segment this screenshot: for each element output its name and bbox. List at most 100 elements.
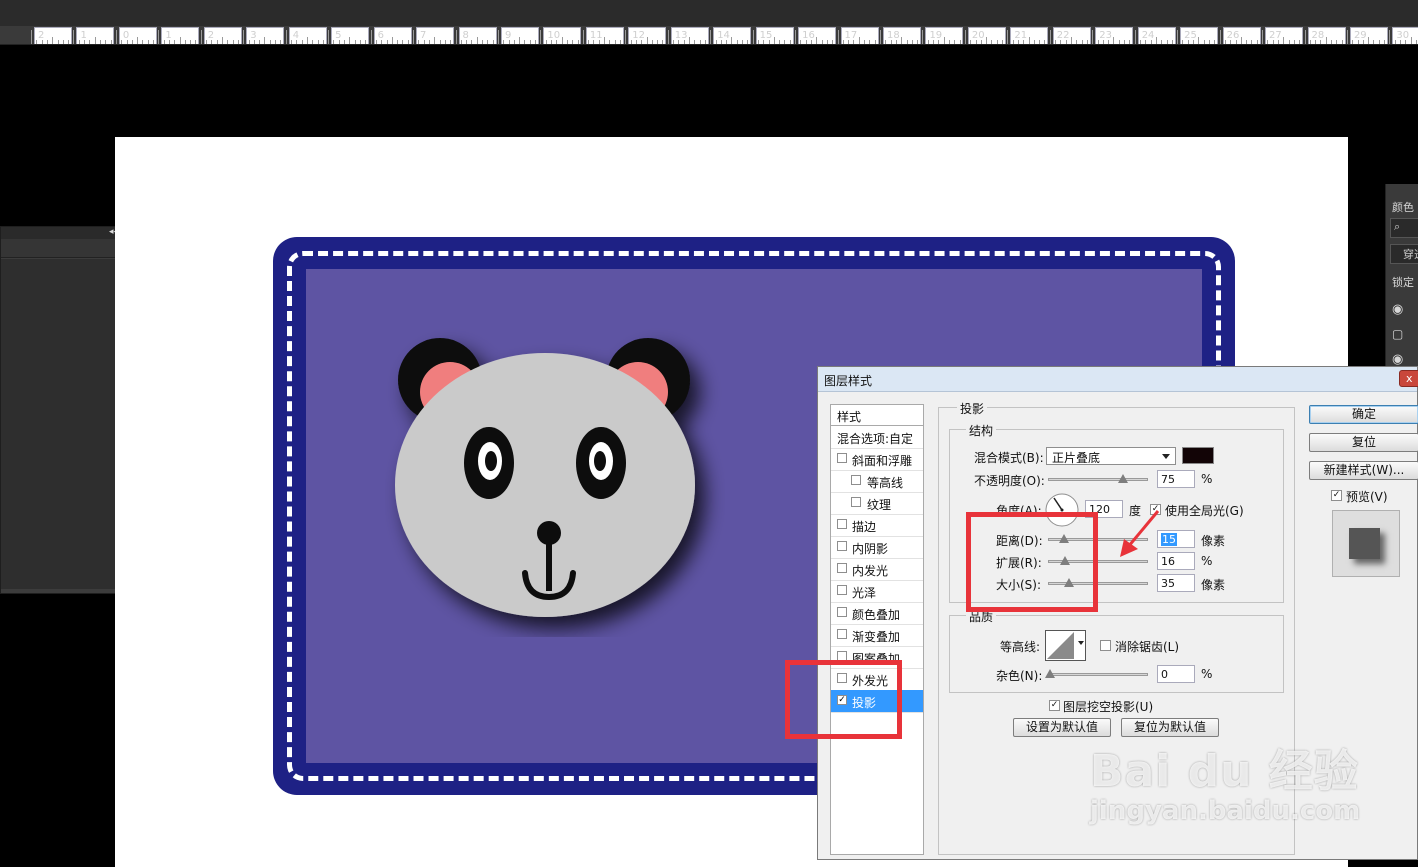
ruler-major-tick <box>752 30 754 44</box>
ruler-minor-tick <box>434 37 436 44</box>
ruler-minor-tick <box>1039 40 1041 44</box>
noise-slider[interactable] <box>1045 669 1148 678</box>
ruler-minor-tick <box>529 40 531 44</box>
ruler-minor-tick <box>662 40 664 44</box>
styles-header[interactable]: 样式 <box>831 405 923 426</box>
opacity-slider-knob[interactable] <box>1118 474 1128 483</box>
ruler-minor-tick <box>142 40 144 44</box>
blend-mode-label: 混合模式(B): <box>974 451 1044 465</box>
ruler-major-tick <box>625 30 627 44</box>
ruler-minor-tick <box>280 40 282 44</box>
blend-mode-select[interactable]: 正片叠底 <box>1046 447 1176 465</box>
knockout-checkbox[interactable]: ✓ <box>1049 700 1060 711</box>
ruler-minor-tick <box>768 40 770 44</box>
style-item[interactable]: 描边 <box>831 514 923 537</box>
dialog-title-bar[interactable]: 图层样式 x <box>818 367 1418 392</box>
noise-slider-knob[interactable] <box>1045 669 1055 678</box>
style-item[interactable]: 颜色叠加 <box>831 602 923 625</box>
style-item-checkbox[interactable] <box>837 519 847 529</box>
preview-checkbox[interactable]: ✓ <box>1331 490 1342 501</box>
noise-input[interactable]: 0 <box>1157 665 1195 683</box>
ruler-minor-tick <box>694 40 696 44</box>
new-style-button[interactable]: 新建样式(W)... <box>1309 461 1418 480</box>
ruler-minor-tick <box>402 40 404 44</box>
ruler-minor-tick <box>747 40 749 44</box>
style-item[interactable]: 内发光 <box>831 558 923 581</box>
ruler-minor-tick <box>699 40 701 44</box>
eye-icon-2[interactable]: ◉ <box>1392 352 1403 367</box>
style-item-checkbox[interactable] <box>837 585 847 595</box>
style-item[interactable]: 光泽 <box>831 580 923 603</box>
ruler-minor-tick <box>487 40 489 44</box>
ruler-minor-tick <box>1124 40 1126 44</box>
ruler-minor-tick <box>84 40 86 44</box>
structure-legend: 结构 <box>966 422 997 439</box>
ruler-minor-tick <box>503 40 505 44</box>
ruler-minor-tick <box>943 37 945 44</box>
reset-button[interactable]: 复位 <box>1309 433 1418 452</box>
app-top-bar <box>0 0 1418 27</box>
blend-mode-box[interactable]: 穿透 <box>1390 244 1418 264</box>
quality-group: 品质 等高线: 消除锯齿(L) 杂色(N): 0 % <box>949 608 1284 693</box>
color-panel-tab[interactable]: 颜色 <box>1392 199 1414 215</box>
style-item[interactable]: 纹理 <box>831 492 923 515</box>
ruler-minor-tick <box>577 40 579 44</box>
style-item[interactable]: 斜面和浮雕 <box>831 448 923 471</box>
ok-button[interactable]: 确定 <box>1309 405 1418 424</box>
ruler-minor-tick <box>1240 37 1242 44</box>
ruler-minor-tick <box>492 40 494 44</box>
preview-square <box>1349 528 1380 559</box>
antialias-checkbox[interactable] <box>1100 640 1111 651</box>
opacity-slider[interactable] <box>1048 474 1148 483</box>
styles-header-label: 样式 <box>837 410 862 424</box>
noise-unit: % <box>1201 667 1213 681</box>
style-item-checkbox[interactable] <box>837 607 847 617</box>
ruler-minor-tick <box>1288 40 1290 44</box>
size-input[interactable]: 35 <box>1157 574 1195 592</box>
ruler-minor-tick <box>1145 40 1147 44</box>
style-item[interactable]: 内阴影 <box>831 536 923 559</box>
dialog-title: 图层样式 <box>824 374 873 388</box>
ruler-minor-tick <box>418 40 420 44</box>
dialog-close-button[interactable]: x <box>1399 370 1418 387</box>
visibility-box-icon[interactable]: ▢ <box>1392 327 1403 341</box>
ruler-minor-tick <box>466 40 468 44</box>
ruler-minor-tick <box>911 40 913 44</box>
ruler-minor-tick <box>874 40 876 44</box>
ruler-major-tick <box>115 30 117 44</box>
ruler-major-tick <box>31 30 32 44</box>
contour-picker[interactable] <box>1045 630 1086 661</box>
ruler-minor-tick <box>381 40 383 44</box>
ruler-minor-tick <box>535 40 537 44</box>
annotation-arrow-icon <box>1120 510 1160 557</box>
ruler-major-tick <box>1049 30 1051 44</box>
ruler-minor-tick <box>598 40 600 44</box>
ruler-major-tick <box>880 30 881 44</box>
ruler-minor-tick <box>1113 37 1115 44</box>
opacity-label: 不透明度(O): <box>974 474 1045 488</box>
ruler-major-tick <box>667 30 669 44</box>
ruler-minor-tick <box>78 40 80 44</box>
ruler-minor-tick <box>789 40 791 44</box>
blend-options-item[interactable]: 混合选项:自定 <box>831 426 923 449</box>
style-item[interactable]: 渐变叠加 <box>831 624 923 647</box>
style-item-checkbox[interactable] <box>837 541 847 551</box>
style-item-checkbox[interactable] <box>851 497 861 507</box>
ruler-minor-tick <box>1055 40 1057 44</box>
ruler-major-tick <box>73 30 75 44</box>
shadow-color-swatch[interactable] <box>1182 447 1214 464</box>
layer-filter-box[interactable]: ⌕ <box>1390 218 1418 238</box>
eye-icon[interactable]: ◉ <box>1392 302 1403 317</box>
lock-label: 锁定 <box>1392 276 1414 289</box>
style-item-checkbox[interactable] <box>837 563 847 573</box>
noise-input-value: 0 <box>1161 668 1168 681</box>
style-item[interactable]: 等高线 <box>831 470 923 493</box>
opacity-input[interactable]: 75 <box>1157 470 1195 488</box>
ruler-minor-tick <box>1097 40 1099 44</box>
ruler-minor-tick <box>763 40 765 44</box>
style-item-checkbox[interactable] <box>837 629 847 639</box>
style-item-checkbox[interactable] <box>851 475 861 485</box>
ruler-minor-tick <box>842 40 844 44</box>
style-item-checkbox[interactable] <box>837 453 847 463</box>
ruler-minor-tick <box>651 40 653 44</box>
